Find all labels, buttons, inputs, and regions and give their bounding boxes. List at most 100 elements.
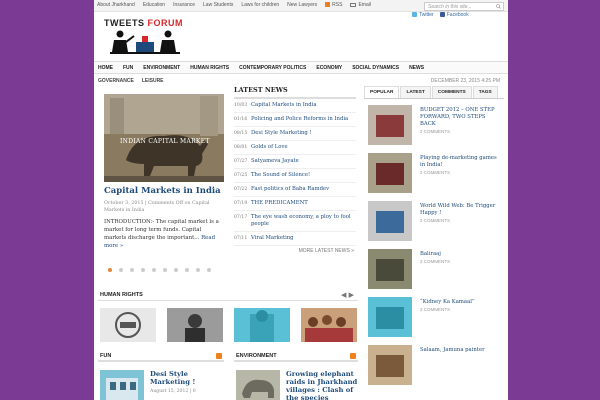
slider-dot[interactable] [163, 268, 167, 272]
popular-post[interactable]: Playing de-marketing games in India! 2 CO… [364, 151, 504, 195]
top-link-new-lawyers[interactable]: New Lawyers [287, 2, 317, 8]
news-list-item[interactable]: 07/27 Satyameva Jayate [234, 155, 356, 169]
popular-post[interactable]: “Kidney Ka Kamaal” 2 COMMENTS [364, 295, 504, 339]
nav-leisure[interactable]: LEISURE [142, 78, 164, 84]
nav-fun[interactable]: FUN [123, 65, 133, 71]
popular-post-thumb[interactable] [368, 153, 412, 193]
human-rights-thumb[interactable] [301, 308, 357, 342]
fun-heading: FUN [100, 353, 112, 359]
human-rights-thumb[interactable] [167, 308, 223, 342]
nav-news[interactable]: NEWS [409, 65, 424, 71]
news-list-item[interactable]: 07/11 Viral Marketing [234, 232, 356, 246]
slider-dot[interactable] [119, 268, 123, 272]
slider-dot[interactable] [185, 268, 189, 272]
tab-comments[interactable]: COMMENTS [431, 86, 472, 98]
top-link-insurance[interactable]: Insurance [173, 2, 195, 8]
rss-icon[interactable] [216, 353, 222, 359]
human-rights-thumb[interactable] [234, 308, 290, 342]
popular-post[interactable]: Salaam, Jamuna painter [364, 343, 504, 387]
featured-slider: INDIAN CAPITAL MARKET Capital Markets in… [104, 94, 224, 276]
tab-latest[interactable]: LATEST [400, 86, 431, 98]
top-link-email[interactable]: Email [350, 2, 371, 8]
news-list-item[interactable]: 07/19 THE PREDICAMENT [234, 197, 356, 211]
news-title[interactable]: Policing and Police Reforms in India [251, 116, 348, 123]
popular-post[interactable]: World Wild Web: Be Trigger Happy ! 2 COMM… [364, 199, 504, 243]
news-list-item[interactable]: 08/01 Golds of Love [234, 141, 356, 155]
popular-post-title[interactable]: Playing de-marketing games in India! 2 CO… [420, 155, 502, 175]
top-link-laws-for-children[interactable]: Laws for children [241, 2, 279, 8]
top-link-about-jharkhand[interactable]: About Jharkhand [97, 2, 135, 8]
popular-post-thumb[interactable] [368, 249, 412, 289]
popular-post-comments: 2 COMMENTS [420, 307, 451, 312]
top-link-rss[interactable]: RSS [325, 2, 342, 8]
popular-post-thumb[interactable] [368, 297, 412, 337]
slide-title[interactable]: Capital Markets in India [104, 186, 221, 196]
news-title[interactable]: Golds of Love [251, 144, 288, 151]
tab-tags[interactable]: TAGS [472, 86, 498, 98]
news-list-item[interactable]: 10/03 Capital Markets in India [234, 99, 356, 113]
slider-dot[interactable] [174, 268, 178, 272]
news-title[interactable]: THE PREDICAMENT [251, 200, 308, 207]
facebook-icon [439, 12, 445, 17]
popular-post-title[interactable]: Salaam, Jamuna painter [420, 347, 502, 355]
fun-section: FUN [98, 352, 224, 362]
tab-popular[interactable]: POPULAR [364, 86, 400, 98]
news-list-item[interactable]: 07/25 The Sound of Silence! [234, 169, 356, 183]
facebook-link[interactable]: Facebook [439, 12, 469, 18]
nav-governance[interactable]: GOVERNANCE [98, 78, 134, 84]
nav-human-rights[interactable]: HUMAN RIGHTS [190, 65, 229, 71]
popular-post-thumb[interactable] [368, 105, 412, 145]
search-icon[interactable] [496, 4, 501, 9]
nav-contemporary-politics[interactable]: CONTEMPORARY POLITICS [239, 65, 306, 71]
popular-post-thumb[interactable] [368, 345, 412, 385]
search-input[interactable]: Search in this site... [424, 2, 504, 11]
slider-dot[interactable] [196, 268, 200, 272]
news-title[interactable]: Fast politics of Baba Ramdev [251, 186, 329, 193]
slider-dot[interactable] [141, 268, 145, 272]
slider-dot[interactable] [130, 268, 134, 272]
popular-post-thumb[interactable] [368, 201, 412, 241]
more-latest-news-link[interactable]: MORE LATEST NEWS » [299, 248, 354, 254]
popular-post[interactable]: Baliraaj 2 COMMENTS [364, 247, 504, 291]
site-logo[interactable]: TWEETS FORUM [104, 18, 184, 60]
news-title[interactable]: Satyameva Jayate [251, 158, 299, 165]
news-list-item[interactable]: 08/15 Desi Style Marketing ! [234, 127, 356, 141]
popular-post-title[interactable]: BUDGET 2012 – ONE STEP FORWARD, TWO STEP… [420, 107, 502, 134]
news-title[interactable]: The eye wash economy, a ploy to fool peo… [251, 214, 356, 228]
top-bar: About Jharkhand Education Insurance Law … [94, 0, 508, 12]
popular-post[interactable]: BUDGET 2012 – ONE STEP FORWARD, TWO STEP… [364, 103, 504, 147]
news-date: 01/16 [234, 117, 248, 122]
fun-post-thumb[interactable] [100, 370, 144, 400]
nav-environment[interactable]: ENVIRONMENT [143, 65, 180, 71]
slider-dot[interactable] [207, 268, 211, 272]
news-list-item[interactable]: 01/16 Policing and Police Reforms in Indi… [234, 113, 356, 127]
popular-post-title[interactable]: “Kidney Ka Kamaal” 2 COMMENTS [420, 299, 502, 312]
carousel-arrows[interactable]: ◀ ▶ [341, 291, 354, 299]
sidebar-tabs: POPULAR LATEST COMMENTS TAGS [364, 86, 504, 99]
fun-post-title[interactable]: Desi Style Marketing ! [150, 370, 222, 386]
news-title[interactable]: The Sound of Silence! [251, 172, 310, 179]
popular-post-title[interactable]: Baliraaj 2 COMMENTS [420, 251, 502, 264]
slide-image[interactable]: INDIAN CAPITAL MARKET [104, 94, 224, 182]
top-link-law-students[interactable]: Law Students [203, 2, 233, 8]
sub-nav: GOVERNANCE LEISURE [98, 78, 164, 84]
nav-home[interactable]: HOME [98, 65, 113, 71]
environment-post-thumb[interactable] [236, 370, 280, 400]
slider-dot[interactable] [152, 268, 156, 272]
slider-dot[interactable] [108, 268, 112, 272]
rss-icon[interactable] [350, 353, 356, 359]
popular-post-title[interactable]: World Wild Web: Be Trigger Happy ! 2 COMM… [420, 203, 502, 223]
logo-silhouettes [110, 30, 180, 54]
nav-economy[interactable]: ECONOMY [316, 65, 342, 71]
news-title[interactable]: Viral Marketing [251, 235, 294, 242]
nav-social-dynamics[interactable]: SOCIAL DYNAMICS [352, 65, 399, 71]
news-title[interactable]: Capital Markets in India [251, 102, 316, 109]
twitter-link[interactable]: Twitter [412, 12, 434, 18]
human-rights-thumb[interactable] [100, 308, 156, 342]
news-list-item[interactable]: 07/17 The eye wash economy, a ploy to foo… [234, 211, 356, 232]
top-link-education[interactable]: Education [143, 2, 165, 8]
human-rights-section: HUMAN RIGHTS ◀ ▶ [98, 290, 358, 301]
news-title[interactable]: Desi Style Marketing ! [251, 130, 312, 137]
environment-post-title[interactable]: Growing elephant raids in Jharkhand vill… [286, 370, 358, 400]
news-list-item[interactable]: 07/22 Fast politics of Baba Ramdev [234, 183, 356, 197]
